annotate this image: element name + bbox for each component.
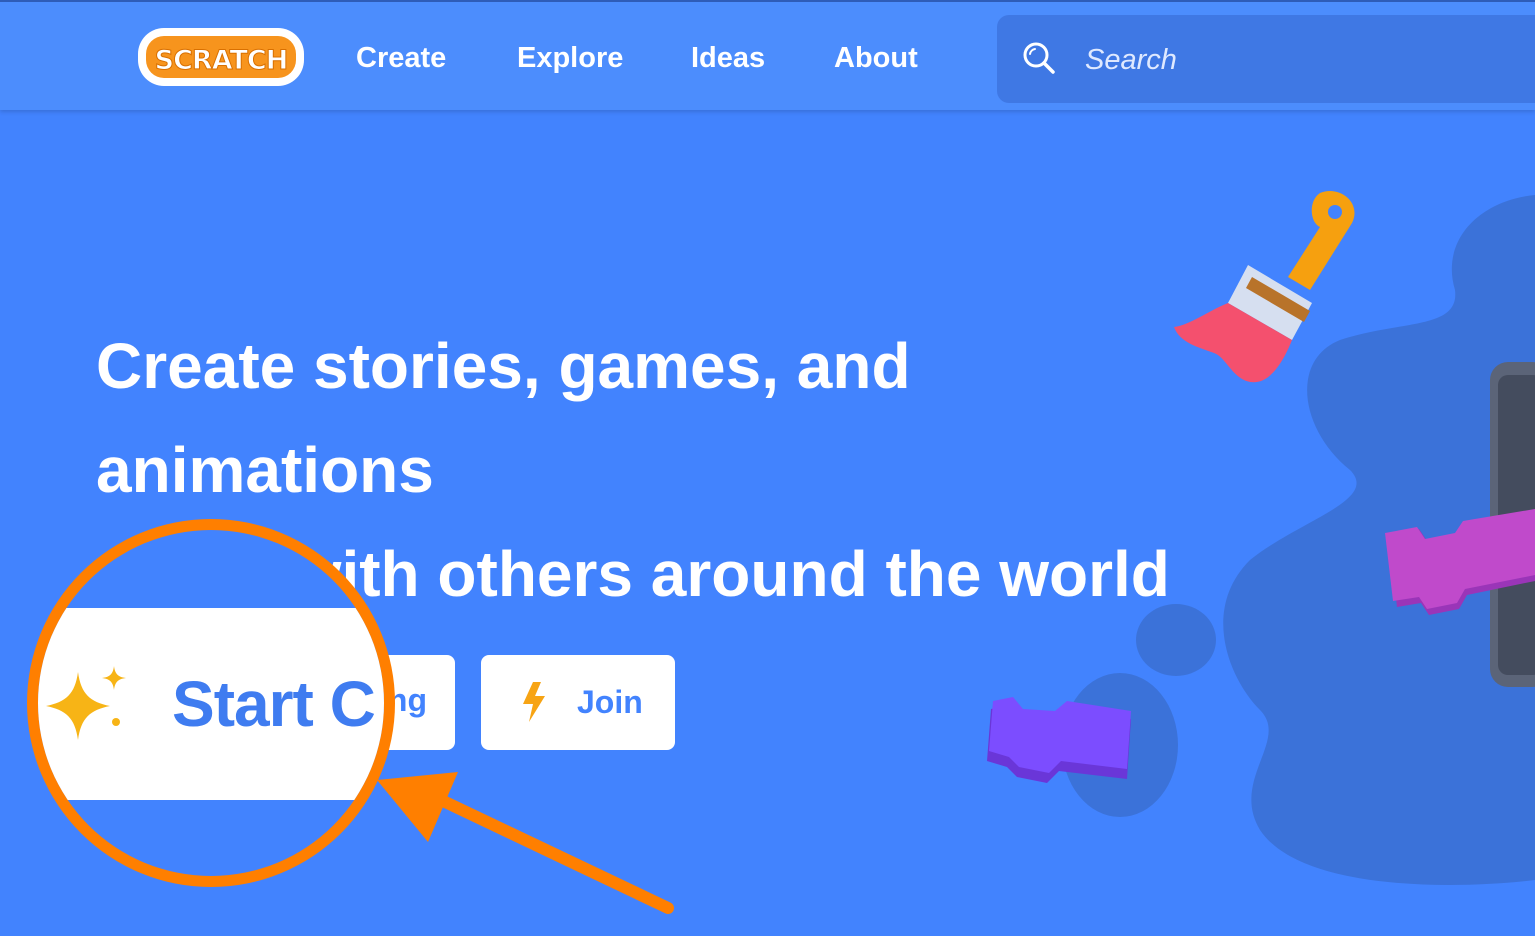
headline-line-2: animations [96,434,434,506]
headline-line-1: Create stories, games, and [96,330,911,402]
join-label: Join [577,684,643,720]
nav-link-explore[interactable]: Explore [517,38,623,78]
page: SCRATCH Create Explore Ideas About Creat… [0,0,1535,936]
join-button[interactable]: Join [481,655,675,750]
magnifier-callout: Start C [38,530,384,876]
search-bar[interactable] [997,15,1535,103]
code-block-illustration [987,697,1131,783]
bolt-icon [523,682,545,722]
nav-link-ideas[interactable]: Ideas [691,38,765,78]
nav-link-create[interactable]: Create [356,38,446,78]
code-block-illustration [1385,509,1535,615]
scratch-logo[interactable]: SCRATCH [136,26,306,88]
nav-link-about[interactable]: About [834,38,918,78]
svg-text:SCRATCH: SCRATCH [155,45,288,76]
search-icon [1023,42,1055,74]
magnified-label: Start C [172,668,376,740]
top-navbar: SCRATCH Create Explore Ideas About [0,0,1535,110]
sparkle-icon [46,666,126,740]
search-input[interactable] [1083,37,1517,83]
